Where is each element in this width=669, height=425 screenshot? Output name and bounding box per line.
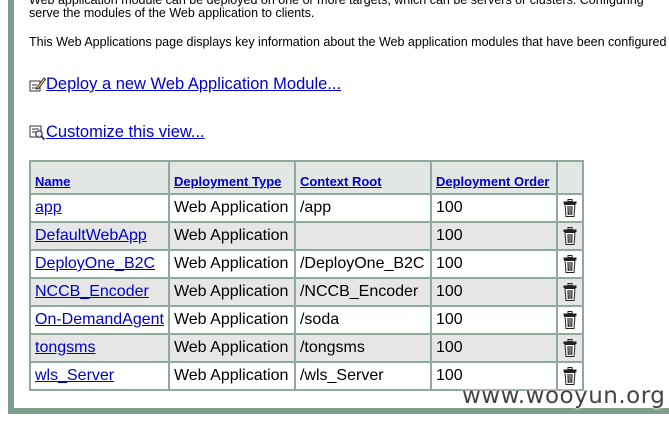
cell-name: app <box>31 195 168 221</box>
module-name-link[interactable]: app <box>35 199 62 216</box>
customize-action: Customize this view... <box>29 121 205 143</box>
trash-icon[interactable] <box>563 338 577 357</box>
trash-icon[interactable] <box>563 282 577 301</box>
cell-name: wls_Server <box>31 363 168 389</box>
module-name-link[interactable]: On-DemandAgent <box>35 311 164 328</box>
module-name-link[interactable]: wls_Server <box>35 367 114 384</box>
trash-icon[interactable] <box>563 198 577 217</box>
table-row: app Web Application/app 100 <box>31 195 582 221</box>
module-name-link[interactable]: DeployOne_B2C <box>35 255 155 272</box>
column-header-deployment-type[interactable]: Deployment Type <box>169 162 294 193</box>
cell-deployment-order: 100 <box>431 251 556 277</box>
cell-context-root: /app <box>295 195 430 221</box>
cell-deployment-order: 100 <box>431 279 556 305</box>
cell-delete <box>557 251 582 277</box>
cell-context-root: /tongsms <box>295 335 430 361</box>
module-name-link[interactable]: tongsms <box>35 339 95 356</box>
intro-text-line-3: This Web Applications page displays key … <box>29 35 667 49</box>
frame-border-left <box>8 0 14 414</box>
table-header-row: Name Deployment Type Context Root Deploy… <box>31 162 582 193</box>
cell-deployment-type: Web Application <box>169 335 294 361</box>
cell-name: NCCB_Encoder <box>31 279 168 305</box>
cell-context-root <box>295 223 430 249</box>
cell-context-root: /NCCB_Encoder <box>295 279 430 305</box>
customize-view-icon[interactable] <box>29 124 46 141</box>
customize-view-link[interactable]: Customize this view... <box>46 121 205 143</box>
intro-text-line-2: serve the modules of the Web application… <box>29 6 315 20</box>
column-header-name[interactable]: Name <box>31 162 168 193</box>
trash-icon[interactable] <box>563 310 577 329</box>
column-header-delete <box>557 162 582 193</box>
web-applications-table: Name Deployment Type Context Root Deploy… <box>29 160 584 391</box>
cell-delete <box>557 195 582 221</box>
cell-name: tongsms <box>31 335 168 361</box>
table-row: DeployOne_B2C Web Application/DeployOne_B… <box>31 251 582 277</box>
trash-icon[interactable] <box>563 226 577 245</box>
watermark: www.wooyun.org <box>462 383 666 409</box>
column-header-deployment-order[interactable]: Deployment Order <box>431 162 556 193</box>
column-header-context-root[interactable]: Context Root <box>295 162 430 193</box>
cell-deployment-type: Web Application <box>169 223 294 249</box>
table-row: On-DemandAgent Web Application/soda 100 <box>31 307 582 333</box>
cell-deployment-order: 100 <box>431 335 556 361</box>
table-row: tongsms Web Application/tongsms 100 <box>31 335 582 361</box>
cell-delete <box>557 279 582 305</box>
cell-context-root: /DeployOne_B2C <box>295 251 430 277</box>
cell-name: On-DemandAgent <box>31 307 168 333</box>
cell-deployment-type: Web Application <box>169 195 294 221</box>
cell-deployment-type: Web Application <box>169 363 294 389</box>
trash-icon[interactable] <box>563 254 577 273</box>
cell-deployment-order: 100 <box>431 307 556 333</box>
cell-deployment-type: Web Application <box>169 307 294 333</box>
cell-delete <box>557 223 582 249</box>
table-row: DefaultWebApp Web Application 100 <box>31 223 582 249</box>
edit-pencil-icon[interactable] <box>29 76 46 93</box>
cell-delete <box>557 307 582 333</box>
deploy-new-module-link[interactable]: Deploy a new Web Application Module... <box>46 73 341 95</box>
cell-deployment-order: 100 <box>431 223 556 249</box>
deploy-action: Deploy a new Web Application Module... <box>29 73 341 95</box>
module-name-link[interactable]: NCCB_Encoder <box>35 283 149 300</box>
cell-delete <box>557 335 582 361</box>
module-name-link[interactable]: DefaultWebApp <box>35 227 147 244</box>
web-applications-page: Web application module can be deployed o… <box>0 0 669 425</box>
cell-context-root: /soda <box>295 307 430 333</box>
cell-name: DeployOne_B2C <box>31 251 168 277</box>
cell-name: DefaultWebApp <box>31 223 168 249</box>
cell-context-root: /wls_Server <box>295 363 430 389</box>
cell-deployment-order: 100 <box>431 195 556 221</box>
cell-deployment-type: Web Application <box>169 279 294 305</box>
cell-deployment-type: Web Application <box>169 251 294 277</box>
table-row: NCCB_Encoder Web Application/NCCB_Encoder… <box>31 279 582 305</box>
